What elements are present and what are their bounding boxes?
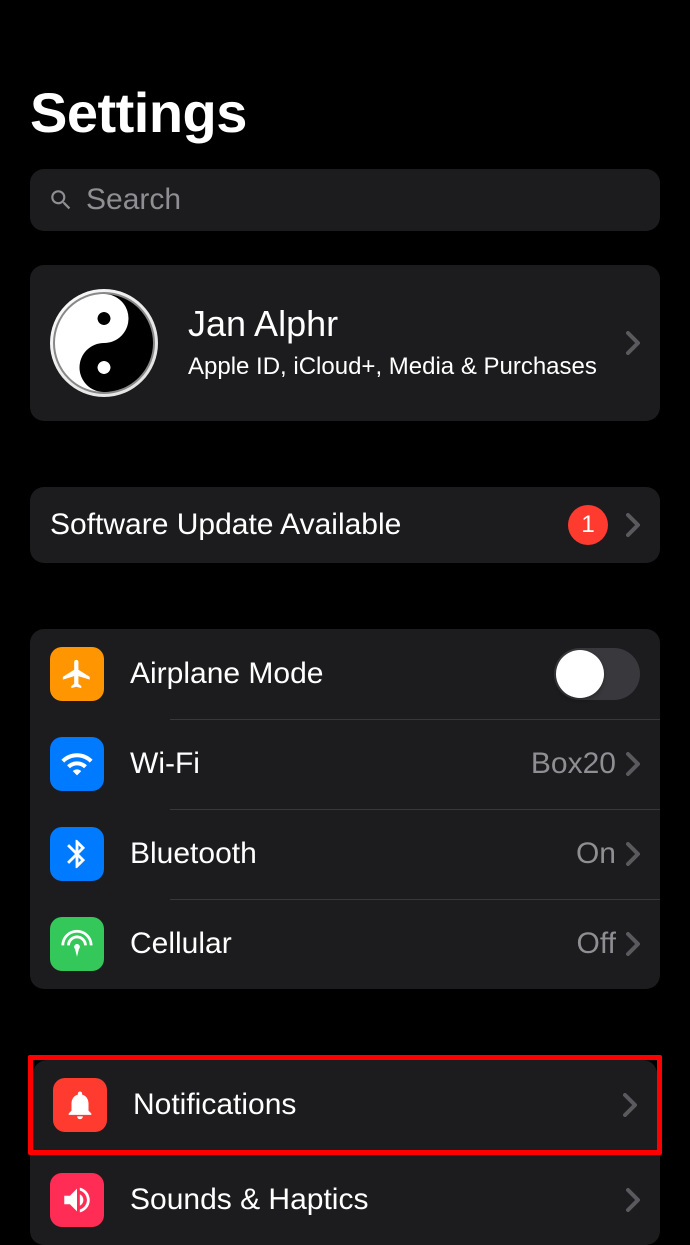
notifications-row[interactable]: Notifications [33,1060,657,1150]
wifi-label: Wi-Fi [130,747,531,781]
profile-name: Jan Alphr [188,303,626,345]
apple-id-row[interactable]: Jan Alphr Apple ID, iCloud+, Media & Pur… [30,265,660,421]
software-update-label: Software Update Available [50,508,568,542]
sounds-icon [50,1173,104,1227]
avatar [50,289,158,397]
bluetooth-row[interactable]: Bluetooth On [30,809,660,899]
notifications-label: Notifications [133,1088,623,1122]
chevron-right-icon [626,752,640,776]
cellular-row[interactable]: Cellular Off [30,899,660,989]
wifi-row[interactable]: Wi-Fi Box20 [30,719,660,809]
airplane-mode-label: Airplane Mode [130,657,554,691]
chevron-right-icon [626,1188,640,1212]
cellular-icon [50,917,104,971]
toggle-knob [556,650,604,698]
bluetooth-icon [50,827,104,881]
chevron-right-icon [626,513,640,537]
cellular-value: Off [577,927,616,961]
notifications-icon [53,1078,107,1132]
cellular-label: Cellular [130,927,577,961]
chevron-right-icon [626,331,640,355]
chevron-right-icon [626,842,640,866]
highlight-annotation: Notifications [28,1055,662,1155]
profile-subtitle: Apple ID, iCloud+, Media & Purchases [188,351,626,382]
software-update-row[interactable]: Software Update Available 1 [30,487,660,563]
page-title: Settings [30,80,660,145]
update-badge: 1 [568,505,608,545]
wifi-icon [50,737,104,791]
wifi-value: Box20 [531,747,616,781]
yinyang-icon [53,292,155,394]
chevron-right-icon [623,1093,637,1117]
chevron-right-icon [626,932,640,956]
sounds-label: Sounds & Haptics [130,1183,626,1217]
search-placeholder: Search [86,183,181,217]
bluetooth-value: On [576,837,616,871]
sounds-haptics-row[interactable]: Sounds & Haptics [30,1155,660,1245]
airplane-mode-toggle[interactable] [554,648,640,700]
airplane-mode-row[interactable]: Airplane Mode [30,629,660,719]
airplane-icon [50,647,104,701]
search-icon [48,187,74,213]
bluetooth-label: Bluetooth [130,837,576,871]
search-input[interactable]: Search [30,169,660,231]
